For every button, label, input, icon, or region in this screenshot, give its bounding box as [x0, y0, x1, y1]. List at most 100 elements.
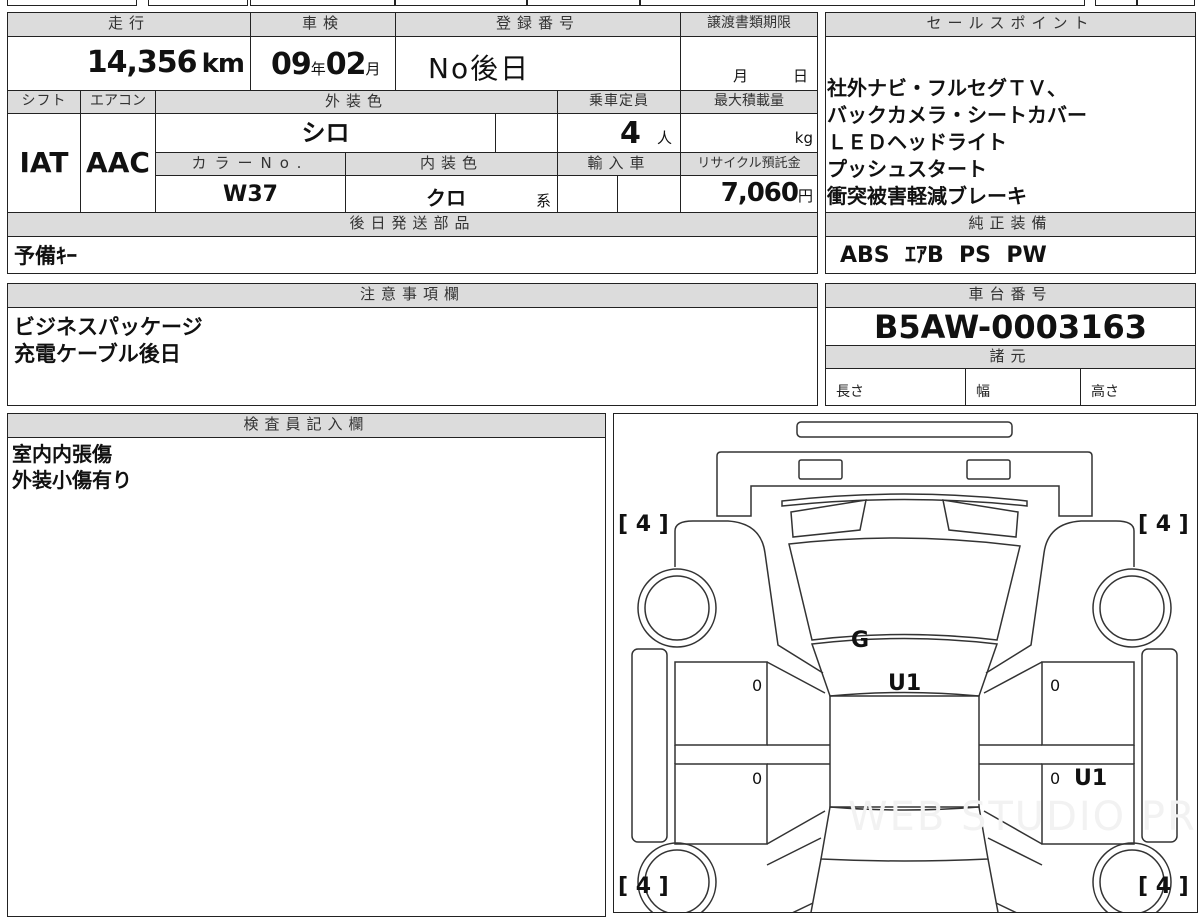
deadline-day-unit: 日 — [793, 67, 809, 85]
exterior-color-header: 外装色 — [155, 90, 558, 114]
hood — [716, 451, 1093, 517]
rear-window — [810, 858, 999, 912]
top-cell — [527, 0, 640, 6]
import-cell-2 — [617, 175, 681, 213]
interior-color-suffix: 系 — [536, 192, 552, 210]
spec-height: 高さ — [1080, 368, 1196, 406]
shift-header: シフト — [7, 90, 81, 114]
capacity-value: 4 — [620, 116, 641, 151]
aircon-header: エアコン — [80, 90, 156, 114]
standard-equipment-header: 純正装備 — [825, 212, 1196, 237]
registration-header: 登録番号 — [395, 12, 681, 37]
sales-point-line: 衝突被害軽減ブレーキ — [827, 184, 1027, 208]
mileage-unit: km — [201, 49, 245, 79]
transfer-deadline-header: 譲渡書類期限 — [680, 12, 818, 37]
front-bumper — [796, 421, 1013, 438]
car-damage-diagram: WEB STUDIO PRO [ 4 ] [ 4 ] [ 4 ] [ 4 ] G… — [613, 413, 1198, 913]
top-cell — [1137, 0, 1195, 6]
exterior-color-extra — [495, 113, 558, 153]
tire-mark-front-left: [ 4 ] — [618, 512, 669, 537]
registration-value: No後日 — [395, 36, 681, 91]
notes-body: ビジネスパッケージ 充電ケーブル後日 — [7, 307, 818, 406]
mileage-value: 14,356 — [86, 45, 198, 80]
specs-header: 諸元 — [825, 345, 1196, 369]
recycle-fee-cell: 7,060円 — [680, 175, 818, 213]
transfer-deadline-cell: 月 日 — [680, 36, 818, 91]
spec-width: 幅 — [965, 368, 1081, 406]
watermark: WEB STUDIO PRO — [848, 794, 1198, 840]
year-unit: 年 — [310, 60, 326, 78]
later-parts-header: 後日発送部品 — [7, 212, 818, 237]
headlight-left — [798, 459, 843, 480]
capacity-unit: 人 — [656, 129, 672, 147]
later-parts-value: 予備ｷｰ — [7, 236, 818, 274]
mileage-value-cell: 14,356 km — [7, 36, 251, 91]
max-load-unit: kg — [794, 129, 813, 147]
import-cell-1 — [557, 175, 618, 213]
standard-equipment-value: ABS ｴｱB PS PW — [825, 236, 1196, 274]
recycle-fee-unit: 円 — [797, 187, 813, 205]
inspector-body: 室内内張傷 外装小傷有り — [7, 437, 606, 917]
max-load-header: 最大積載量 — [680, 90, 818, 114]
fender-front-left — [674, 520, 824, 674]
interior-color-cell: クロ 系 — [345, 175, 558, 213]
mileage-header: 走行 — [7, 12, 251, 37]
door-front-left — [674, 661, 768, 746]
color-no-value: W37 — [155, 175, 346, 213]
shift-value: IAT — [7, 113, 81, 213]
month-unit: 月 — [365, 60, 381, 78]
tire-mark-rear-left: [ 4 ] — [618, 874, 669, 899]
deadline-month-unit: 月 — [733, 67, 749, 85]
top-cell — [1095, 0, 1137, 6]
capacity-header: 乗車定員 — [557, 90, 681, 114]
headlight-right — [966, 459, 1011, 480]
top-cell — [148, 0, 248, 6]
chassis-header: 車台番号 — [825, 283, 1196, 308]
inspection-header: 車検 — [250, 12, 396, 37]
max-load-cell: kg — [680, 113, 818, 153]
door-mark-front-left: 0 — [752, 676, 763, 695]
interior-color-header: 内装色 — [345, 152, 558, 176]
top-cell — [7, 0, 137, 6]
spec-length: 長さ — [825, 368, 966, 406]
exterior-color-value: シロ — [155, 113, 496, 153]
capacity-cell: 4 人 — [557, 113, 681, 153]
door-mark-front-right: 0 — [1050, 676, 1061, 695]
color-no-header: カラーNo. — [155, 152, 346, 176]
door-front-right — [1041, 661, 1135, 746]
wheel-front-left — [637, 568, 717, 648]
top-cell — [250, 0, 395, 6]
wheel-front-right — [1092, 568, 1172, 648]
inspector-line: 外装小傷有り — [12, 468, 132, 492]
recycle-fee-header: リサイクル預託金 — [680, 152, 818, 176]
sales-points-body: 社外ナビ・フルセグＴＶ、 バックカメラ・シートカバー ＬＥＤヘッドライト プッシ… — [825, 36, 1196, 213]
cabin — [829, 695, 980, 808]
windshield — [788, 537, 1021, 641]
rear-right-damage-mark: U1 — [1074, 766, 1108, 791]
recycle-fee-value: 7,060 — [720, 178, 799, 208]
inspection-month: 02 — [325, 47, 367, 82]
top-cell — [395, 0, 527, 6]
sales-point-line: プッシュスタート — [827, 157, 987, 181]
inspection-year: 09 — [271, 47, 312, 82]
sales-point-line: バックカメラ・シートカバー — [827, 103, 1087, 127]
sales-point-line: 社外ナビ・フルセグＴＶ、 — [827, 76, 1067, 100]
front-window-left — [790, 499, 867, 538]
cabin-damage-mark: U1 — [888, 671, 922, 696]
door-mark-rear-left: 0 — [752, 769, 763, 788]
chassis-number: B5AW-0003163 — [825, 307, 1196, 346]
inspector-header: 検査員記入欄 — [7, 413, 606, 438]
note-line: 充電ケーブル後日 — [14, 342, 181, 366]
note-line: ビジネスパッケージ — [14, 315, 203, 339]
notes-header: 注意事項欄 — [7, 283, 818, 308]
front-window-right — [942, 499, 1019, 538]
sales-points-header: セールスポイント — [825, 12, 1196, 37]
inspection-value-cell: 09年02月 — [250, 36, 396, 91]
interior-color-value: クロ — [426, 186, 466, 210]
sales-point-line: ＬＥＤヘッドライト — [827, 130, 1007, 154]
aircon-value: AAC — [80, 113, 156, 213]
door-mark-rear-right: 0 — [1050, 769, 1061, 788]
top-cell — [640, 0, 1085, 6]
inspector-line: 室内内張傷 — [12, 442, 112, 466]
import-header: 輸入車 — [557, 152, 681, 176]
